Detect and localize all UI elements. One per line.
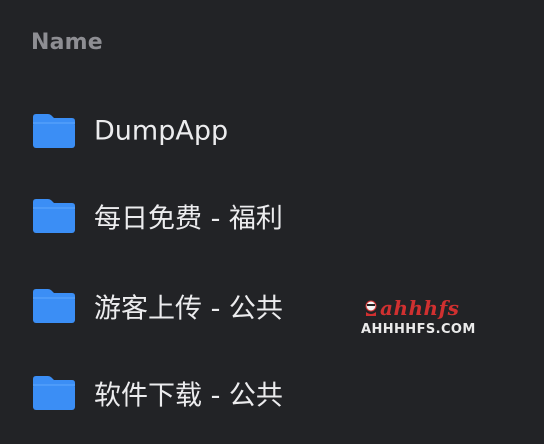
watermark-site: AHHHHFS.COM <box>361 322 476 337</box>
folder-icon <box>33 114 75 148</box>
file-row-dumpapp[interactable]: DumpApp <box>0 91 544 171</box>
mascot-icon <box>365 300 377 316</box>
watermark: ahhhfs AHHHHFS.COM <box>360 296 490 342</box>
file-name: DumpApp <box>94 115 229 147</box>
watermark-logo: ahhhfs <box>380 296 460 320</box>
file-list: DumpApp 每日免费 - 福利 游客上传 - 公共 软件下载 - 公共 <box>0 0 544 444</box>
folder-icon <box>33 199 75 233</box>
folder-icon <box>33 289 75 323</box>
file-row-daily-free[interactable]: 每日免费 - 福利 <box>0 176 544 256</box>
file-row-software-download[interactable]: 软件下载 - 公共 <box>0 353 544 433</box>
file-name: 游客上传 - 公共 <box>94 293 283 325</box>
file-name: 软件下载 - 公共 <box>94 380 283 412</box>
folder-icon <box>33 376 75 410</box>
file-browser-panel: Name DumpApp 每日免费 - 福利 游客上传 - 公共 软件下载 - … <box>0 0 544 444</box>
file-name: 每日免费 - 福利 <box>94 203 283 235</box>
